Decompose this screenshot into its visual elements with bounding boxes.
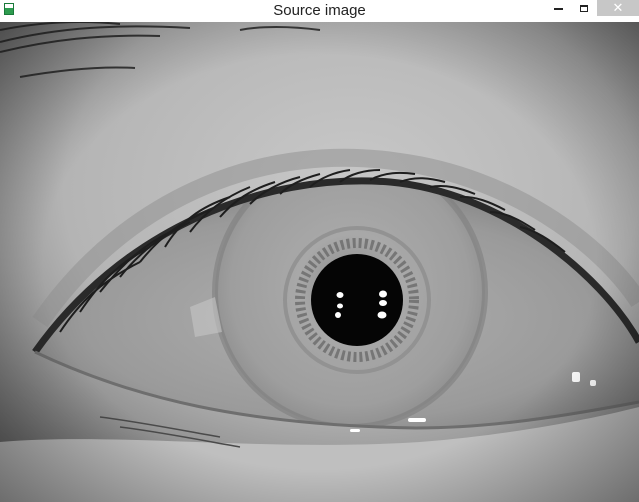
close-button[interactable]: ✕ xyxy=(597,0,639,16)
minimize-button[interactable] xyxy=(545,0,571,16)
minimize-icon xyxy=(553,8,563,10)
source-image xyxy=(0,22,639,502)
maximize-button[interactable] xyxy=(571,0,597,16)
app-window: Source image ✕ xyxy=(0,0,639,502)
maximize-icon xyxy=(580,4,588,12)
eye-photo xyxy=(0,22,639,502)
close-icon: ✕ xyxy=(612,0,624,16)
app-icon xyxy=(4,3,14,15)
window-title: Source image xyxy=(273,2,366,19)
title-bar[interactable]: Source image ✕ xyxy=(0,0,639,22)
vignette xyxy=(0,22,639,502)
